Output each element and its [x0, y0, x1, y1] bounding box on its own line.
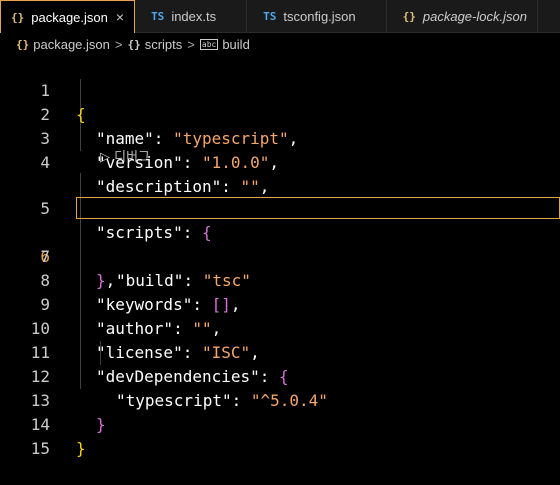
- code-line: 9 "author": "",: [0, 269, 560, 338]
- json-file-icon: {}: [16, 37, 30, 51]
- code-line: 13 }: [0, 365, 560, 434]
- tab-index-ts[interactable]: TS index.ts: [135, 0, 248, 33]
- code-line: 15: [0, 413, 560, 458]
- string-icon: abc: [199, 38, 219, 50]
- tab-label: package-lock.json: [422, 9, 527, 24]
- code-line: 4 "description": "",: [0, 127, 560, 196]
- breadcrumb-build[interactable]: build: [222, 37, 249, 52]
- colon: :: [182, 153, 202, 172]
- typescript-config-icon: TS: [263, 10, 277, 23]
- code-line: 14 }: [0, 389, 560, 458]
- code-line: 8 "keywords": [],: [0, 245, 560, 314]
- code-line: 3 "version": "1.0.0",: [0, 103, 560, 172]
- json-key: "version": [96, 153, 183, 172]
- code-line-current: 6 "build": "tsc": [0, 197, 560, 290]
- code-line: 12 "typescript": "^5.0.4": [0, 341, 560, 410]
- comma: ,: [269, 153, 280, 172]
- tab-tsconfig-json[interactable]: TS tsconfig.json: [247, 0, 387, 33]
- breadcrumb-file[interactable]: package.json: [33, 37, 110, 52]
- line-number: 4: [40, 153, 50, 172]
- tab-bar: {} package.json × TS index.ts TS tsconfi…: [0, 0, 560, 33]
- code-line: 10 "license": "ISC",: [0, 293, 560, 362]
- tab-package-json[interactable]: {} package.json ×: [0, 0, 136, 33]
- current-line-highlight: [76, 197, 560, 219]
- tab-label: tsconfig.json: [283, 9, 356, 24]
- breadcrumb-separator: >: [114, 36, 123, 52]
- json-string: "1.0.0": [201, 153, 270, 172]
- json-file-icon: {}: [402, 10, 416, 23]
- tab-label: index.ts: [171, 9, 217, 24]
- code-editor[interactable]: ▷ 디버그 1 { 2 "name": "typescript", 3 "ver…: [0, 55, 560, 458]
- json-file-icon: {}: [11, 10, 25, 24]
- code-line: 1 {: [0, 55, 560, 124]
- breadcrumb-separator: >: [187, 36, 195, 52]
- code-line: 2 "name": "typescript",: [0, 79, 560, 148]
- breadcrumb: {} package.json > {} scripts > abc build: [0, 33, 560, 55]
- breadcrumb-scripts[interactable]: scripts: [145, 37, 183, 52]
- close-icon[interactable]: ×: [116, 9, 124, 25]
- code-line: 5 "scripts": {: [0, 173, 560, 242]
- tab-label: package.json: [31, 9, 108, 25]
- tab-package-lock-json[interactable]: {} package-lock.json: [387, 0, 538, 33]
- line-number: 15: [30, 439, 50, 458]
- code-line: 11 "devDependencies": {: [0, 317, 560, 386]
- object-icon: {}: [127, 37, 141, 51]
- typescript-file-icon: TS: [151, 10, 165, 23]
- code-line: 7 },: [0, 221, 560, 290]
